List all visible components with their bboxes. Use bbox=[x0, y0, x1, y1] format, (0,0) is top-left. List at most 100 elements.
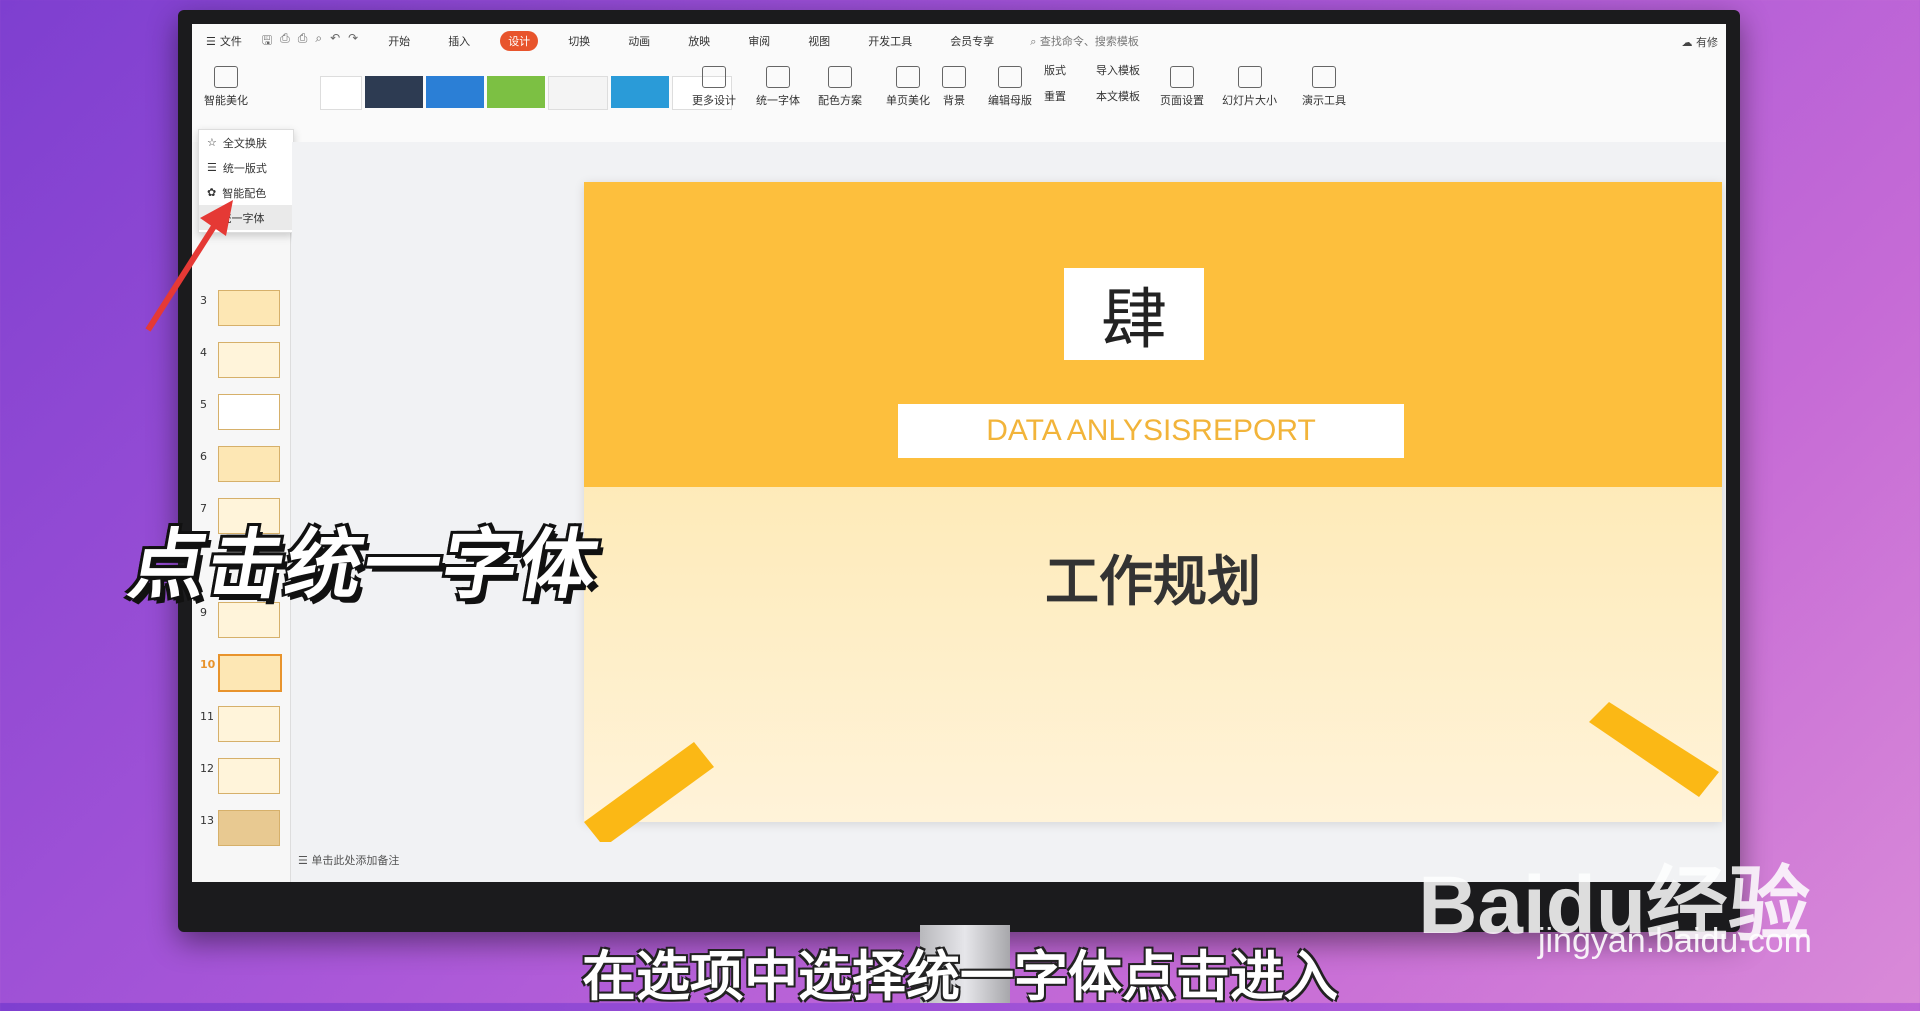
quick-access-toolbar: 🖫 ⎙ ⎙ ⌕ ↶ ↷ bbox=[262, 31, 358, 52]
background-label: 背景 bbox=[943, 94, 965, 107]
unify-font-button[interactable]: 统一字体 bbox=[756, 66, 800, 108]
menu-item-reskin[interactable]: ☆ 全文换肤 bbox=[199, 130, 293, 155]
design-templates bbox=[320, 76, 732, 110]
single-page-beautify-label: 单页美化 bbox=[886, 94, 930, 107]
red-arrow-icon bbox=[145, 200, 233, 332]
tab-animations[interactable]: 动画 bbox=[620, 31, 658, 51]
menu-item-label: 智能配色 bbox=[222, 186, 267, 200]
template-thumb[interactable] bbox=[365, 76, 423, 108]
slide-title[interactable]: 工作规划 bbox=[584, 537, 1722, 616]
template-thumb[interactable] bbox=[320, 76, 362, 110]
print-icon[interactable]: ⎙ bbox=[298, 31, 308, 52]
smart-beautify-button[interactable]: 智能美化 bbox=[198, 66, 254, 108]
color-scheme-button[interactable]: 配色方案 bbox=[818, 66, 862, 108]
font-icon bbox=[766, 66, 790, 88]
more-design-button[interactable]: 更多设计 bbox=[692, 66, 736, 108]
background-button[interactable]: 背景 bbox=[942, 66, 966, 108]
menu-item-unify-layout[interactable]: ☰ 统一版式 bbox=[199, 155, 293, 180]
import-template-label: 导入模板 bbox=[1096, 64, 1140, 77]
layout-label: 版式 bbox=[1044, 64, 1066, 77]
color-scheme-label: 配色方案 bbox=[818, 94, 862, 107]
grid-icon bbox=[702, 66, 726, 88]
slide-number: 12 bbox=[200, 762, 214, 775]
menu-item-label: 全文换肤 bbox=[222, 136, 267, 150]
page-setup-button[interactable]: 页面设置 bbox=[1160, 66, 1204, 108]
slide-number: 11 bbox=[200, 710, 214, 723]
cube-icon bbox=[214, 66, 238, 88]
search-placeholder: 查找命令、搜索模板 bbox=[1039, 35, 1139, 48]
decorative-stripe bbox=[584, 742, 714, 842]
slide-number: 5 bbox=[200, 398, 207, 411]
tab-transitions[interactable]: 切换 bbox=[560, 31, 598, 51]
slide-number: 10 bbox=[200, 658, 216, 671]
notes-icon: ☰ bbox=[298, 854, 308, 867]
template-thumb[interactable] bbox=[426, 76, 484, 108]
baidu-watermark-url: jingyan.baidu.com bbox=[1537, 922, 1812, 960]
smart-beautify-label: 智能美化 bbox=[204, 94, 248, 107]
slide-thumbnail-selected[interactable] bbox=[218, 654, 282, 692]
presentation-icon bbox=[1312, 66, 1336, 88]
slide-number: 13 bbox=[200, 814, 214, 827]
layout-button[interactable]: 版式 bbox=[1044, 62, 1066, 78]
file-menu[interactable]: ☰ 文件 bbox=[206, 33, 242, 49]
tab-member[interactable]: 会员专享 bbox=[942, 31, 1002, 51]
tab-design[interactable]: 设计 bbox=[500, 31, 539, 51]
tab-slideshow[interactable]: 放映 bbox=[680, 31, 718, 51]
tab-view[interactable]: 视图 bbox=[800, 31, 838, 51]
file-menu-label: 文件 bbox=[219, 35, 242, 48]
template-thumb[interactable] bbox=[487, 76, 545, 108]
save-icon[interactable]: 🖫 bbox=[262, 31, 272, 52]
ribbon: 智能美化 更多设计 统一字体 配色方案 单页美化 背景 编辑母版 版式 重置 导… bbox=[192, 58, 1726, 143]
page-setup-icon bbox=[1170, 66, 1194, 88]
presentation-tools-label: 演示工具 bbox=[1302, 94, 1346, 107]
decorative-stripe bbox=[1589, 702, 1719, 797]
more-design-label: 更多设计 bbox=[692, 94, 736, 107]
slide-badge[interactable]: 肆 bbox=[1064, 268, 1204, 360]
reset-button[interactable]: 重置 bbox=[1044, 88, 1066, 104]
ribbon-tabs: 开始 插入 设计 切换 动画 放映 审阅 视图 开发工具 会员专享 bbox=[380, 31, 1002, 51]
slide-subtitle[interactable]: DATA ANLYSISREPORT bbox=[898, 404, 1404, 458]
slide-thumbnail[interactable] bbox=[218, 342, 280, 378]
template-thumb[interactable] bbox=[611, 76, 669, 108]
presentation-tools-button[interactable]: 演示工具 bbox=[1302, 66, 1346, 108]
slide-canvas[interactable]: 肆 DATA ANLYSISREPORT 工作规划 bbox=[584, 182, 1722, 842]
slide-thumbnail[interactable] bbox=[218, 758, 280, 794]
tab-developer[interactable]: 开发工具 bbox=[860, 31, 920, 51]
background-icon bbox=[942, 66, 966, 88]
this-template-button[interactable]: 本文模板 bbox=[1096, 88, 1140, 104]
notes-placeholder[interactable]: ☰ 单击此处添加备注 bbox=[298, 852, 399, 868]
tab-start[interactable]: 开始 bbox=[380, 31, 418, 51]
slide-thumbnail[interactable] bbox=[218, 394, 280, 430]
slide-size-button[interactable]: 幻灯片大小 bbox=[1222, 66, 1277, 108]
palette-icon bbox=[828, 66, 852, 88]
import-template-button[interactable]: 导入模板 bbox=[1096, 62, 1140, 78]
reset-label: 重置 bbox=[1044, 90, 1066, 103]
cloud-status[interactable]: ☁ 有修 bbox=[1682, 34, 1719, 50]
search-icon: ⌕ bbox=[1030, 35, 1037, 48]
undo-icon[interactable]: ↶ bbox=[330, 31, 340, 52]
app-window: ☰ 文件 🖫 ⎙ ⎙ ⌕ ↶ ↷ 开始 插入 设计 切换 动画 放映 审阅 视图… bbox=[192, 24, 1726, 882]
menu-bar: ☰ 文件 🖫 ⎙ ⎙ ⌕ ↶ ↷ 开始 插入 设计 切换 动画 放映 审阅 视图… bbox=[192, 24, 1726, 58]
page-icon bbox=[896, 66, 920, 88]
tab-review[interactable]: 审阅 bbox=[740, 31, 778, 51]
slide-size-label: 幻灯片大小 bbox=[1222, 94, 1277, 107]
preview-icon[interactable]: ⌕ bbox=[315, 31, 322, 52]
edit-master-button[interactable]: 编辑母版 bbox=[988, 66, 1032, 108]
redo-icon[interactable]: ↷ bbox=[348, 31, 358, 52]
hamburger-icon: ☰ bbox=[206, 34, 216, 48]
slide-thumbnail[interactable] bbox=[218, 446, 280, 482]
slide-thumbnail[interactable] bbox=[218, 706, 280, 742]
menu-item-label: 统一版式 bbox=[222, 161, 267, 175]
this-template-label: 本文模板 bbox=[1096, 90, 1140, 103]
single-page-beautify-button[interactable]: 单页美化 bbox=[886, 66, 930, 108]
slide-thumbnail[interactable] bbox=[218, 810, 280, 846]
template-thumb[interactable] bbox=[548, 76, 608, 110]
cloud-label: 有修 bbox=[1696, 36, 1718, 49]
page-setup-label: 页面设置 bbox=[1160, 94, 1204, 107]
command-search[interactable]: ⌕ 查找命令、搜索模板 bbox=[1030, 33, 1139, 49]
tab-insert[interactable]: 插入 bbox=[440, 31, 478, 51]
layout-icon: ☰ bbox=[207, 161, 217, 174]
export-icon[interactable]: ⎙ bbox=[280, 31, 290, 52]
notes-label: 单击此处添加备注 bbox=[311, 854, 400, 867]
slide-size-icon bbox=[1237, 66, 1262, 88]
